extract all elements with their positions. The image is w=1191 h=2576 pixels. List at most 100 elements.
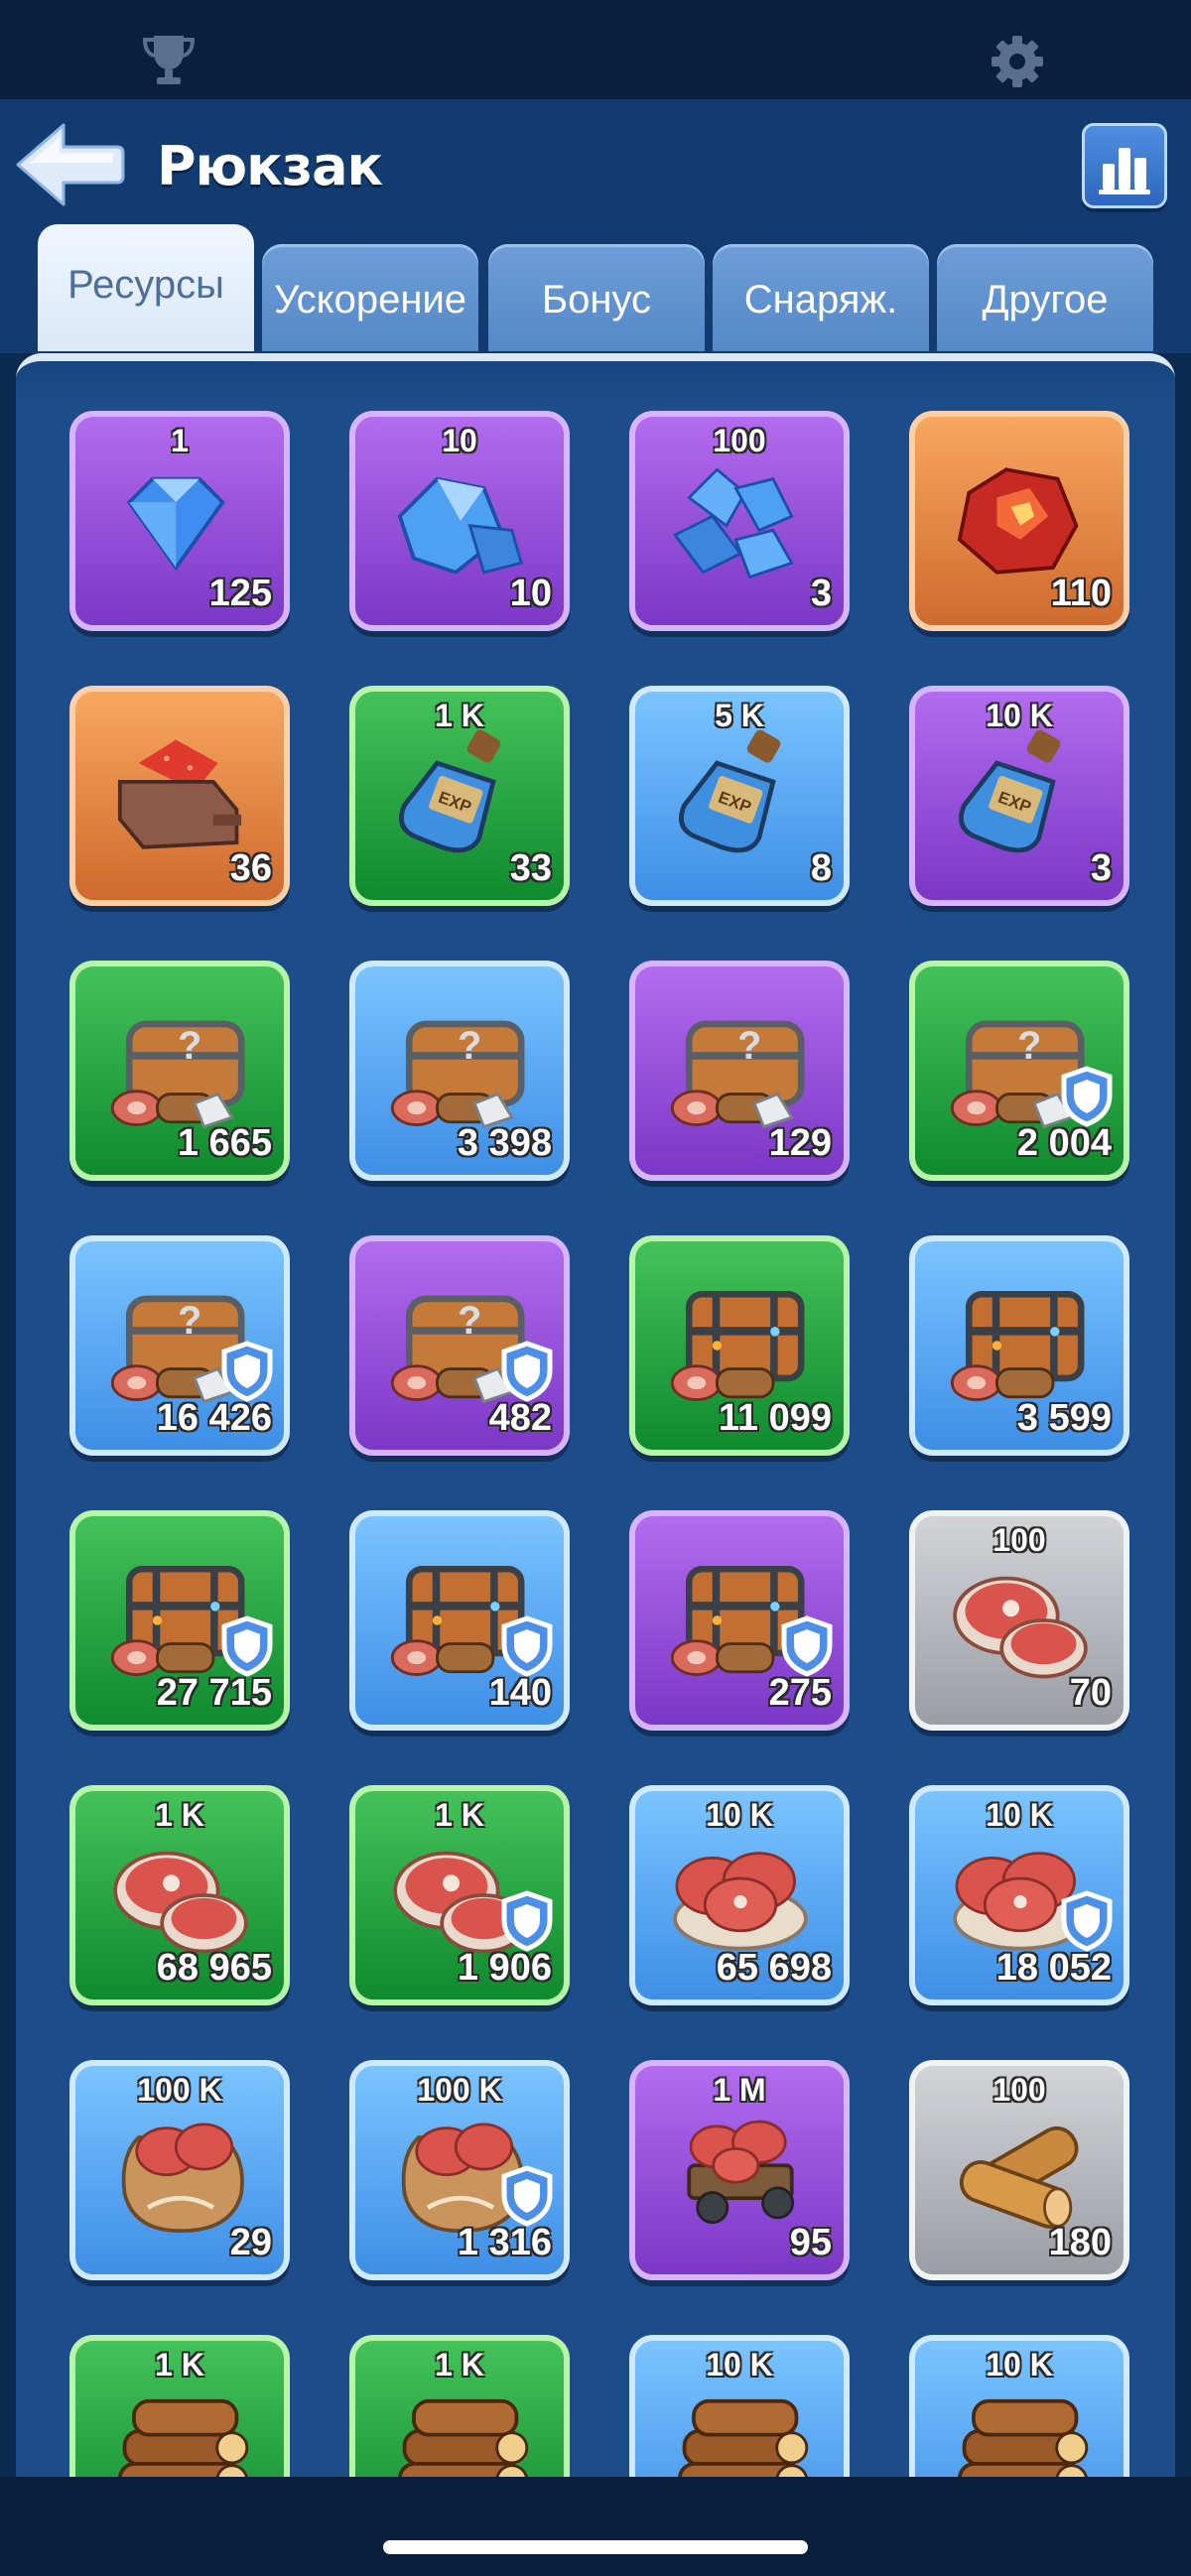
item-count: 11 099 bbox=[718, 1397, 832, 1439]
item-count: 129 bbox=[768, 1122, 832, 1164]
item-tier-label: 100 K bbox=[137, 2072, 222, 2108]
top-bar bbox=[0, 0, 1191, 99]
item-tier-label: 1 K bbox=[155, 1797, 204, 1833]
item-count: 482 bbox=[488, 1397, 552, 1439]
back-arrow-icon[interactable] bbox=[14, 119, 125, 210]
inventory-item[interactable]: 10 K bbox=[909, 2335, 1129, 2477]
trophy-icon[interactable] bbox=[139, 30, 198, 89]
item-count: 10 bbox=[509, 573, 552, 614]
item-count: 36 bbox=[229, 847, 272, 889]
shield-icon bbox=[1061, 1066, 1113, 1127]
item-count: 27 715 bbox=[156, 1672, 272, 1714]
item-tier-label: 1 K bbox=[155, 2347, 204, 2383]
item-tier-label: 10 K bbox=[986, 698, 1053, 733]
shield-icon bbox=[1061, 1890, 1113, 1952]
inventory-item[interactable]: ? 2 004 bbox=[909, 961, 1129, 1181]
item-tier-label: 5 K bbox=[715, 698, 764, 733]
shield-icon bbox=[501, 1615, 553, 1677]
tab-speedup[interactable]: Ускорение bbox=[262, 244, 478, 351]
item-count: 3 398 bbox=[457, 1122, 552, 1164]
tab-bonus[interactable]: Бонус bbox=[488, 244, 705, 351]
item-count: 29 bbox=[229, 2222, 272, 2263]
item-tier-label: 100 bbox=[713, 423, 766, 458]
item-tier-label: 100 K bbox=[417, 2072, 502, 2108]
inventory-item[interactable]: 36 bbox=[69, 686, 290, 906]
inventory-item[interactable]: EXP 10 K 3 bbox=[909, 686, 1129, 906]
bar-chart-icon bbox=[1099, 148, 1150, 194]
inventory-item[interactable]: 100 180 bbox=[909, 2060, 1129, 2280]
item-tier-label: 10 K bbox=[706, 1797, 773, 1833]
item-count: 95 bbox=[789, 2222, 832, 2263]
inventory-item[interactable]: 100 K 1 316 bbox=[349, 2060, 570, 2280]
gear-icon[interactable] bbox=[988, 32, 1047, 91]
inventory-item[interactable]: 100 70 bbox=[909, 1510, 1129, 1731]
inventory-item[interactable]: EXP 1 K 33 bbox=[349, 686, 570, 906]
shield-icon bbox=[781, 1615, 833, 1677]
inventory-item[interactable]: 140 bbox=[349, 1510, 570, 1731]
inventory-item[interactable]: 11 099 bbox=[629, 1235, 850, 1456]
item-count: 1 316 bbox=[457, 2222, 552, 2263]
svg-text:?: ? bbox=[737, 1024, 761, 1068]
inventory-item[interactable]: 1 K bbox=[69, 2335, 290, 2477]
tab-other[interactable]: Другое bbox=[937, 244, 1153, 351]
inventory-item[interactable]: 1 M 95 bbox=[629, 2060, 850, 2280]
inventory-item[interactable]: 10 K 65 698 bbox=[629, 1785, 850, 2005]
header: Рюкзак bbox=[0, 99, 1191, 228]
inventory-item[interactable]: 100 K 29 bbox=[69, 2060, 290, 2280]
item-grid: 1 125 10 10 100 3 110 36 EXP 1 K 33 EXP 5 K8 E… bbox=[16, 361, 1175, 2477]
tab-resources[interactable]: Ресурсы bbox=[38, 224, 254, 351]
svg-text:?: ? bbox=[458, 1024, 481, 1068]
inventory-item[interactable]: 10 10 bbox=[349, 411, 570, 631]
svg-text:?: ? bbox=[178, 1024, 201, 1068]
svg-text:?: ? bbox=[458, 1299, 481, 1343]
inventory-item[interactable]: 110 bbox=[909, 411, 1129, 631]
inventory-item[interactable]: ? 16 426 bbox=[69, 1235, 290, 1456]
inventory-item[interactable]: 10 K 18 052 bbox=[909, 1785, 1129, 2005]
item-tier-label: 10 K bbox=[986, 1797, 1053, 1833]
item-tier-label: 1 K bbox=[435, 2347, 484, 2383]
item-count: 18 052 bbox=[995, 1947, 1112, 1989]
item-count: 110 bbox=[1050, 573, 1112, 614]
item-tier-label: 100 bbox=[992, 2072, 1046, 2108]
inventory-item[interactable]: 10 K bbox=[629, 2335, 850, 2477]
svg-text:?: ? bbox=[178, 1299, 201, 1343]
inventory-item[interactable]: ? 1 665 bbox=[69, 961, 290, 1181]
item-count: 65 698 bbox=[716, 1947, 832, 1989]
inventory-item[interactable]: 100 3 bbox=[629, 411, 850, 631]
inventory-item[interactable]: 1 K bbox=[349, 2335, 570, 2477]
shield-icon bbox=[501, 1890, 553, 1952]
diamond-heap-icon bbox=[672, 467, 794, 580]
svg-text:?: ? bbox=[1017, 1024, 1041, 1068]
item-count: 125 bbox=[208, 573, 272, 614]
inventory-item[interactable]: ? 482 bbox=[349, 1235, 570, 1456]
wood-pile-icon bbox=[398, 2398, 529, 2477]
item-count: 3 bbox=[810, 573, 832, 614]
shield-icon bbox=[221, 1615, 273, 1677]
inventory-item[interactable]: 1 125 bbox=[69, 411, 290, 631]
inventory-item[interactable]: ? 3 398 bbox=[349, 961, 570, 1181]
home-indicator[interactable] bbox=[383, 2540, 808, 2554]
inventory-item[interactable]: EXP 5 K 8 bbox=[629, 686, 850, 906]
inventory-item[interactable]: 3 599 bbox=[909, 1235, 1129, 1456]
inventory-item[interactable]: 27 715 bbox=[69, 1510, 290, 1731]
wood-pile-icon bbox=[678, 2398, 809, 2477]
page-title: Рюкзак bbox=[157, 135, 383, 197]
item-tier-label: 100 bbox=[992, 1522, 1046, 1558]
item-tier-label: 1 K bbox=[435, 698, 484, 733]
inventory-panel: 1 125 10 10 100 3 110 36 EXP 1 K 33 EXP 5 K8 E… bbox=[16, 353, 1175, 2477]
tab-equipment[interactable]: Снаряж. bbox=[713, 244, 929, 351]
inventory-item[interactable]: ? 129 bbox=[629, 961, 850, 1181]
inventory-item[interactable]: 275 bbox=[629, 1510, 850, 1731]
bottom-bar bbox=[0, 2477, 1191, 2576]
inventory-item[interactable]: 1 K 1 906 bbox=[349, 1785, 570, 2005]
shield-icon bbox=[221, 1341, 273, 1402]
item-tier-label: 10 bbox=[442, 423, 477, 458]
item-tier-label: 10 K bbox=[986, 2347, 1053, 2383]
item-count: 140 bbox=[488, 1672, 552, 1714]
stats-button[interactable] bbox=[1082, 123, 1167, 208]
exp-potion-icon: EXP bbox=[959, 729, 1061, 853]
exp-potion-icon: EXP bbox=[679, 729, 781, 853]
inventory-item[interactable]: 1 K 68 965 bbox=[69, 1785, 290, 2005]
item-count: 180 bbox=[1048, 2222, 1112, 2263]
item-tier-label: 10 K bbox=[706, 2347, 773, 2383]
